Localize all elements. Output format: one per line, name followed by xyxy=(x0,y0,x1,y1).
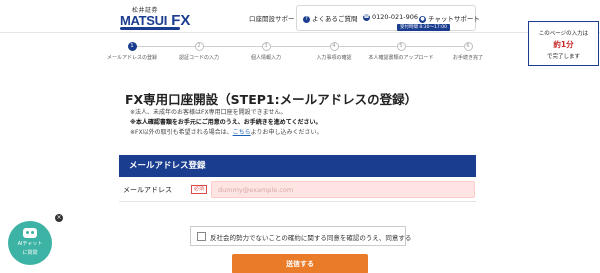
page-title: FX専用口座開設（STEP1:メールアドレスの登録） xyxy=(125,92,418,107)
submit-button[interactable]: 送信する xyxy=(232,254,368,273)
notes-block: ※法人、未成年のお客様はFX専用口座を開設できません。 ※本人確認書類をお手元に… xyxy=(130,108,323,138)
other-products-link[interactable]: こちら xyxy=(233,129,251,136)
logo-matsui-text: MATSUI xyxy=(120,13,168,28)
note3-suffix: よりお申し込みください。 xyxy=(250,129,323,136)
chat-support-label: チャットサポート xyxy=(428,15,480,23)
question-icon: ? xyxy=(303,15,310,23)
logo-wave-icon xyxy=(120,27,180,30)
support-hours-badge: 受付時間 8:30～17:00 xyxy=(397,24,451,31)
note-corporate-minor: ※法人、未成年のお客様はFX専用口座を開設できません。 xyxy=(130,109,287,116)
support-box: ? よくあるご質問 ☎ 0120-021-906 ● チャットサポート 受付時間 8:… xyxy=(296,5,480,31)
step-dot: 6 xyxy=(463,42,473,51)
phone-number: 0120-021-906 xyxy=(372,13,419,21)
progress-steps: 1 メールアドレスの登録 2 認証コードの入力 3 個人情報入力 4 入力事項の… xyxy=(0,38,600,64)
ai-chat-label-1: AIチャット xyxy=(17,241,43,247)
step-dot: 1 xyxy=(127,42,137,51)
step-label: お手続き完了 xyxy=(452,55,483,61)
open-account-support-link[interactable]: 口座開設サポート xyxy=(249,13,301,23)
email-input[interactable] xyxy=(211,181,475,198)
consent-checkbox[interactable] xyxy=(197,232,206,241)
note-other-products: ※FX以外の取引も希望される場合は、こちらよりお申し込みください。 xyxy=(130,128,323,138)
email-section-header: メールアドレス登録 xyxy=(119,155,476,177)
phone-icon: ☎ xyxy=(363,13,370,21)
close-icon[interactable]: × xyxy=(55,214,63,222)
chat-icon: ● xyxy=(419,15,426,23)
email-label: メールアドレス xyxy=(123,186,172,194)
matsui-fx-logo[interactable]: 松井証券 MATSUI FX xyxy=(120,5,190,31)
antisocial-consent-box[interactable]: 反社会的勢力でないことの確約に関する同意を確認のうえ、同意する xyxy=(190,226,411,246)
robot-icon xyxy=(23,228,37,238)
required-badge: 必須 xyxy=(191,185,208,194)
note3-prefix: ※FX以外の取引も希望される場合は、 xyxy=(130,129,233,136)
phone-link[interactable]: ☎ 0120-021-906 xyxy=(363,13,418,21)
step-dot: 2 xyxy=(194,42,204,51)
site-header: 松井証券 MATSUI FX 口座開設サポート ? よくあるご質問 ☎ 0120-0… xyxy=(0,0,600,33)
step-dot: 3 xyxy=(261,42,271,51)
step-dot: 5 xyxy=(396,42,406,51)
email-form-row: メールアドレス 必須 xyxy=(119,178,476,202)
step-6: 6 お手続き完了 xyxy=(423,42,513,61)
faq-link[interactable]: ? よくあるご質問 xyxy=(303,13,358,23)
notice-line1: このページの入力は xyxy=(538,31,589,37)
step-dot: 4 xyxy=(329,42,339,51)
note-id-documents: ※本人確認書類をお手元にご用意のうえ、お手続きを進めてください。 xyxy=(130,119,322,126)
consent-label: 反社会的勢力でないことの確約に関する同意を確認のうえ、同意する xyxy=(210,234,412,242)
ai-chat-label-2: に質問 xyxy=(22,250,38,256)
chat-support-link[interactable]: ● チャットサポート xyxy=(419,13,480,23)
faq-label: よくあるご質問 xyxy=(312,15,358,23)
ai-chat-button[interactable]: AIチャット に質問 xyxy=(8,221,52,265)
